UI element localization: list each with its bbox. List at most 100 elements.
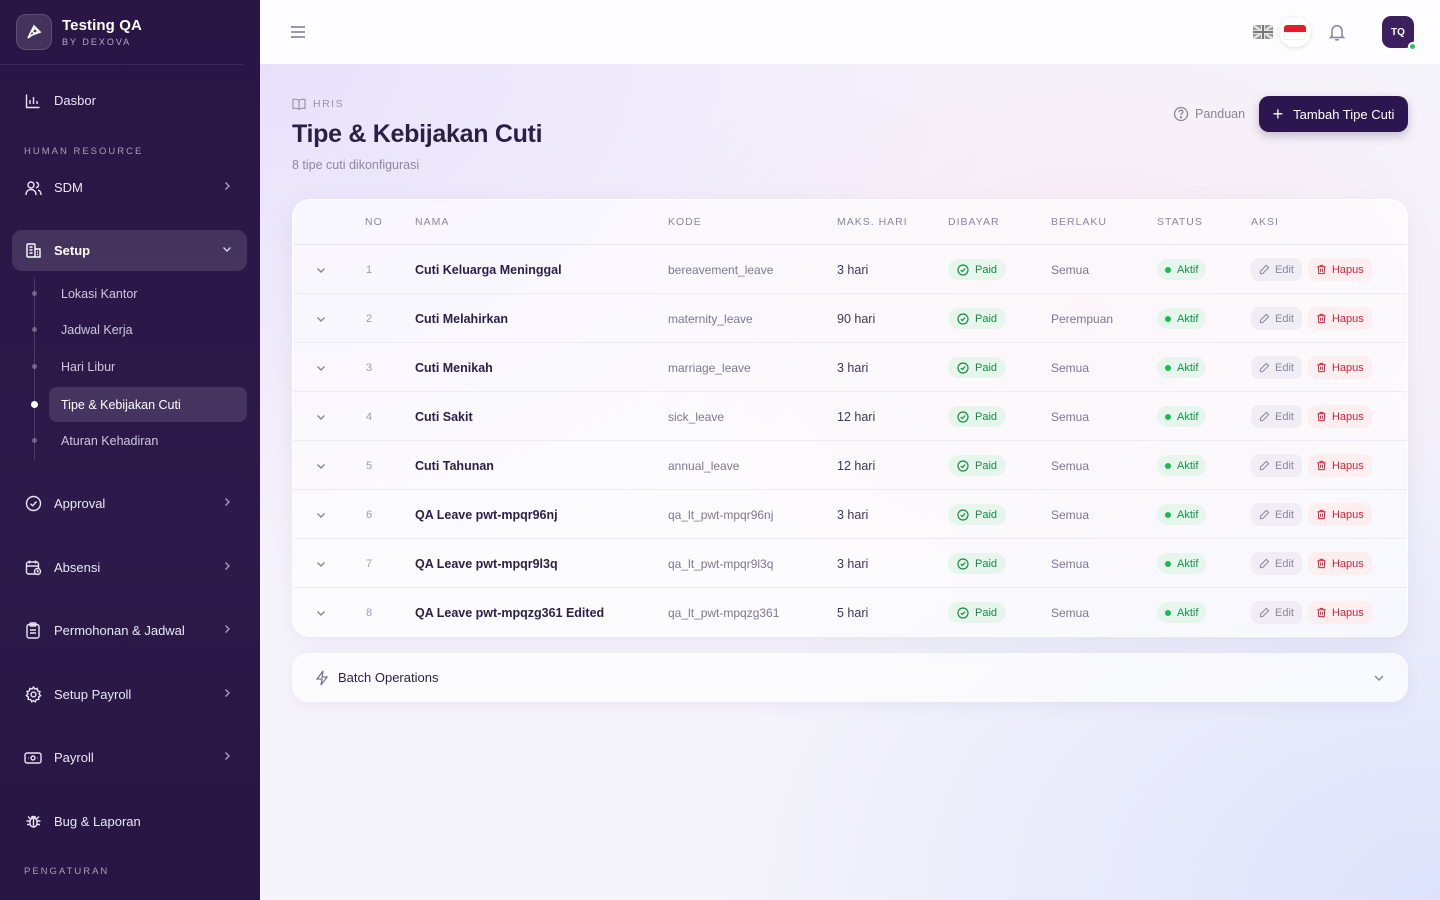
edit-label: Edit [1275, 361, 1294, 374]
col-status[interactable]: STATUS [1157, 216, 1203, 228]
edit-button[interactable]: Edit [1251, 356, 1302, 379]
table-row[interactable]: 3 Cuti Menikah marriage_leave 3 hari Paid Sem… [293, 343, 1407, 392]
nav-permohonan-jadwal[interactable]: Permohonan & Jadwal [12, 610, 247, 651]
uk-flag-icon[interactable] [1253, 25, 1273, 39]
paid-label: Paid [975, 410, 998, 423]
nav-dashboard[interactable]: Dasbor [12, 80, 247, 121]
applies-to: Semua [1051, 360, 1090, 375]
max-days: 3 hari [837, 360, 869, 375]
nav-absensi[interactable]: Absensi [12, 547, 247, 588]
building-icon [24, 242, 42, 260]
delete-button[interactable]: Hapus [1307, 258, 1372, 281]
table-row[interactable]: 5 Cuti Tahunan annual_leave 12 hari Paid Semu… [293, 441, 1407, 490]
trash-icon [1317, 558, 1326, 569]
delete-button[interactable]: Hapus [1307, 356, 1372, 379]
table-row[interactable]: 6 QA Leave pwt-mpqr96nj qa_lt_pwt-mpqr96nj… [293, 490, 1407, 539]
delete-button[interactable]: Hapus [1307, 307, 1372, 330]
col-dibayar[interactable]: DIBAYAR [948, 216, 1000, 228]
leave-type-name: Cuti Melahirkan [415, 311, 509, 326]
brand[interactable]: Testing QA BY DEXOVA [0, 0, 244, 65]
expand-row-button[interactable] [315, 588, 329, 636]
chevron-right-icon [225, 752, 230, 760]
delete-button[interactable]: Hapus [1307, 503, 1372, 526]
col-kode[interactable]: KODE [668, 216, 702, 228]
status-badge: Aktif [1157, 406, 1207, 427]
nav-approval[interactable]: Approval [12, 483, 247, 524]
paid-badge: Paid [948, 406, 1007, 427]
applies-to: Semua [1051, 262, 1090, 277]
table-row[interactable]: 8 QA Leave pwt-mpqzg361 Edited qa_lt_pwt-m… [293, 588, 1407, 636]
max-days: 3 hari [837, 262, 869, 277]
nav-sdm[interactable]: SDM [12, 167, 247, 208]
batch-operations-panel[interactable]: Batch Operations [292, 653, 1408, 702]
edit-button[interactable]: Edit [1251, 552, 1302, 575]
edit-button[interactable]: Edit [1251, 258, 1302, 281]
subnav-aturan-kehadiran[interactable]: Aturan Kehadiran [32, 423, 247, 458]
table-row[interactable]: 7 QA Leave pwt-mpqr9l3q qa_lt_pwt-mpqr9l3q… [293, 539, 1407, 588]
brand-title: Testing QA [62, 17, 142, 34]
nav-setup[interactable]: Setup [12, 230, 247, 271]
table-row[interactable]: 4 Cuti Sakit sick_leave 12 hari Paid Semua Akt… [293, 392, 1407, 441]
subnav-tipe-kebijakan-cuti[interactable]: Tipe & Kebijakan Cuti [31, 387, 247, 422]
expand-row-button[interactable] [315, 392, 329, 441]
breadcrumb-label[interactable]: HRIS [313, 98, 344, 110]
pencil-icon [1259, 509, 1270, 520]
expand-row-button[interactable] [315, 441, 329, 490]
check-badge-icon [957, 410, 969, 423]
subnav-lokasi-kantor[interactable]: Lokasi Kantor [32, 276, 247, 311]
delete-button[interactable]: Hapus [1307, 552, 1372, 575]
bell-icon[interactable] [1327, 22, 1347, 42]
expand-row-button[interactable] [315, 539, 329, 588]
guide-link[interactable]: Panduan [1173, 106, 1245, 122]
table-row[interactable]: 2 Cuti Melahirkan maternity_leave 90 hari Pa… [293, 294, 1407, 343]
status-dot [1165, 413, 1171, 420]
col-maks-hari[interactable]: MAKS. HARI [837, 216, 908, 228]
applies-to: Semua [1051, 605, 1090, 620]
paid-label: Paid [975, 459, 998, 472]
menu-icon[interactable] [290, 24, 306, 40]
status-dot [1165, 560, 1171, 567]
edit-button[interactable]: Edit [1251, 601, 1302, 624]
applies-to: Semua [1051, 409, 1090, 424]
expand-row-button[interactable] [315, 343, 329, 392]
status-label: Aktif [1177, 459, 1199, 472]
edit-button[interactable]: Edit [1251, 405, 1302, 428]
language-indonesia-button[interactable] [1279, 17, 1311, 47]
pencil-icon [1259, 362, 1270, 373]
status-label: Aktif [1177, 557, 1199, 570]
check-badge-icon [957, 312, 969, 325]
max-days: 3 hari [837, 556, 869, 571]
col-berlaku[interactable]: BERLAKU [1051, 216, 1107, 228]
expand-row-button[interactable] [315, 245, 329, 294]
leave-type-code: qa_lt_pwt-mpqzg361 [668, 605, 780, 620]
edit-button[interactable]: Edit [1251, 454, 1302, 477]
pencil-icon [1259, 313, 1270, 324]
chevron-right-icon [225, 182, 230, 190]
add-leave-type-button[interactable]: + Tambah Tipe Cuti [1259, 96, 1408, 132]
nav-bug-laporan[interactable]: Bug & Laporan [12, 801, 247, 842]
col-nama[interactable]: NAMA [415, 216, 449, 228]
subnav-hari-libur[interactable]: Hari Libur [32, 349, 247, 384]
edit-button[interactable]: Edit [1251, 307, 1302, 330]
subnav-jadwal-kerja[interactable]: Jadwal Kerja [32, 312, 247, 347]
edit-button[interactable]: Edit [1251, 503, 1302, 526]
expand-row-button[interactable] [315, 490, 329, 539]
add-leave-type-label: Tambah Tipe Cuti [1293, 106, 1395, 122]
check-badge-icon [957, 361, 969, 374]
trash-icon [1317, 264, 1326, 275]
table-row[interactable]: 1 Cuti Keluarga Meninggal bereavement_leav… [293, 245, 1407, 294]
delete-button[interactable]: Hapus [1307, 601, 1372, 624]
subnav-dot [32, 291, 37, 296]
avatar[interactable]: TQ [1382, 16, 1417, 51]
edit-label: Edit [1275, 410, 1294, 423]
delete-button[interactable]: Hapus [1307, 454, 1372, 477]
delete-button[interactable]: Hapus [1307, 405, 1372, 428]
subnav-label: Lokasi Kantor [61, 286, 138, 301]
expand-row-button[interactable] [315, 294, 329, 343]
leave-type-name: QA Leave pwt-mpqr96nj [415, 507, 558, 522]
nav-setup-payroll[interactable]: Setup Payroll [12, 674, 247, 715]
col-no[interactable]: NO [365, 216, 383, 228]
section-pengaturan: PENGATURAN [24, 866, 110, 877]
chevron-right-icon [225, 689, 230, 697]
nav-payroll[interactable]: Payroll [12, 737, 247, 778]
